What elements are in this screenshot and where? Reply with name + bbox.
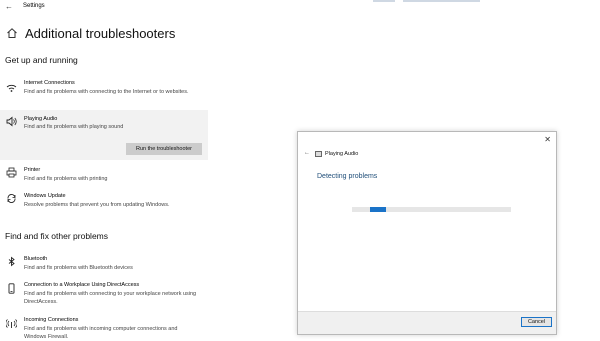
troubleshooter-directaccess[interactable]: Connection to a Workplace Using DirectAc… <box>0 280 208 310</box>
progress-bar <box>352 207 511 212</box>
item-name: Bluetooth <box>24 256 48 262</box>
troubleshooter-playing-audio[interactable]: Playing Audio Find and fix problems with… <box>0 110 208 160</box>
sync-icon <box>6 193 17 204</box>
troubleshooter-app-icon <box>315 151 322 157</box>
device-icon <box>6 283 17 294</box>
section-title-running: Get up and running <box>5 55 78 65</box>
printer-icon <box>6 167 17 178</box>
progress-indicator <box>370 207 386 212</box>
back-arrow-icon[interactable]: ← <box>5 2 13 11</box>
bluetooth-icon <box>6 256 17 267</box>
item-name: Windows Update <box>24 193 66 199</box>
item-description: Resolve problems that prevent you from u… <box>24 202 170 208</box>
troubleshooter-internet-connections[interactable]: Internet Connections Find and fix proble… <box>0 78 208 108</box>
page-title: Additional troubleshooters <box>25 25 176 41</box>
section-title-other: Find and fix other problems <box>5 231 108 241</box>
close-icon[interactable]: ✕ <box>544 136 551 144</box>
dialog-back-arrow-icon[interactable]: ← <box>304 150 310 156</box>
dialog-title: Playing Audio <box>325 151 359 157</box>
item-description: Find and fix problems with incoming comp… <box>24 326 178 340</box>
troubleshooter-incoming-connections[interactable]: Incoming Connections Find and fix proble… <box>0 315 208 340</box>
item-name: Incoming Connections <box>24 317 79 323</box>
app-title: Settings <box>23 3 45 9</box>
item-name: Internet Connections <box>24 80 75 86</box>
troubleshooter-dialog: ✕ ← Playing Audio Detecting problems Can… <box>297 131 557 335</box>
top-strip-left <box>373 0 395 2</box>
wifi-icon <box>6 82 17 93</box>
item-description: Find and fix problems with connecting to… <box>24 291 197 305</box>
troubleshooter-bluetooth[interactable]: Bluetooth Find and fix problems with Blu… <box>0 254 208 276</box>
run-troubleshooter-button[interactable]: Run the troubleshooter <box>126 143 202 155</box>
title-bar: ← Settings <box>0 0 600 13</box>
troubleshooter-printer[interactable]: Printer Find and fix problems with print… <box>0 165 208 187</box>
cancel-button[interactable]: Cancel <box>521 317 552 327</box>
signal-icon <box>6 318 17 329</box>
dialog-heading: Detecting problems <box>317 173 378 180</box>
dialog-footer: Cancel <box>298 311 556 334</box>
troubleshooter-windows-update[interactable]: Windows Update Resolve problems that pre… <box>0 191 208 213</box>
item-name: Playing Audio <box>24 116 58 122</box>
item-description: Find and fix problems with printing <box>24 176 108 182</box>
top-strip-right <box>403 0 480 2</box>
item-description: Find and fix problems with Bluetooth dev… <box>24 265 133 271</box>
item-name: Printer <box>24 167 41 173</box>
page-header: Additional troubleshooters <box>6 24 175 42</box>
item-description: Find and fix problems with playing sound <box>24 124 124 130</box>
speaker-icon <box>6 116 17 127</box>
home-icon[interactable] <box>6 27 18 39</box>
item-description: Find and fix problems with connecting to… <box>24 89 189 95</box>
item-name: Connection to a Workplace Using DirectAc… <box>24 282 140 288</box>
